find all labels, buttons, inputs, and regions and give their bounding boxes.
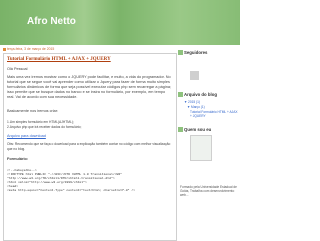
- post-date: terça-feira, 3 de março de 2015: [3, 47, 54, 51]
- followers-heading: Seguidores: [184, 50, 208, 55]
- about-text: Formado pela Universidade Estadual de Go…: [180, 185, 237, 197]
- profile-icon: [178, 127, 183, 132]
- download-link[interactable]: Arquivo para download: [7, 134, 173, 139]
- avatar[interactable]: [190, 135, 212, 161]
- post-title[interactable]: Tutorial Formulário HTML + AJAX + JQUERY: [7, 57, 111, 62]
- blog-header: Afro Netto: [0, 0, 240, 45]
- about-heading: Quem sou eu: [184, 127, 212, 132]
- post-body: Tutorial Formulário HTML + AJAX + JQUERY…: [3, 53, 177, 241]
- followers-icon: [178, 50, 183, 55]
- archive-year[interactable]: ▼ 2015 (1): [184, 100, 200, 104]
- main-content: terça-feira, 3 de março de 2015 Tutorial…: [0, 47, 177, 241]
- calendar-icon: [3, 47, 6, 51]
- post-paragraph: Mais uma vez iremos mostrar como o JQUER…: [7, 75, 171, 99]
- section-heading: Formulário:: [7, 157, 29, 161]
- blog-title[interactable]: Afro Netto: [27, 16, 76, 27]
- archive-heading: Arquivo do blog: [184, 92, 217, 97]
- post-note: Obs: Recomendo que se faça o download pa…: [7, 142, 171, 151]
- code-line: <meta http-equiv="Content-Type" content=…: [7, 188, 136, 192]
- list-item: 2.Arquivo php que irá receber dados do f…: [7, 125, 82, 129]
- post-greeting: Olá Pessoal: [7, 67, 28, 71]
- sidebar: Seguidores Arquivo do blog ▼ 2015 (1) ▼ …: [178, 47, 240, 240]
- archive-post-link[interactable]: Tutorial Formulário HTML + AJAX + JQUERY: [190, 110, 240, 118]
- archive-icon: [178, 92, 183, 97]
- post-paragraph: Basicamente nos iremos criar:: [7, 109, 59, 113]
- follower-avatar[interactable]: [190, 71, 199, 80]
- archive-month[interactable]: ▼ Março (1): [187, 105, 205, 109]
